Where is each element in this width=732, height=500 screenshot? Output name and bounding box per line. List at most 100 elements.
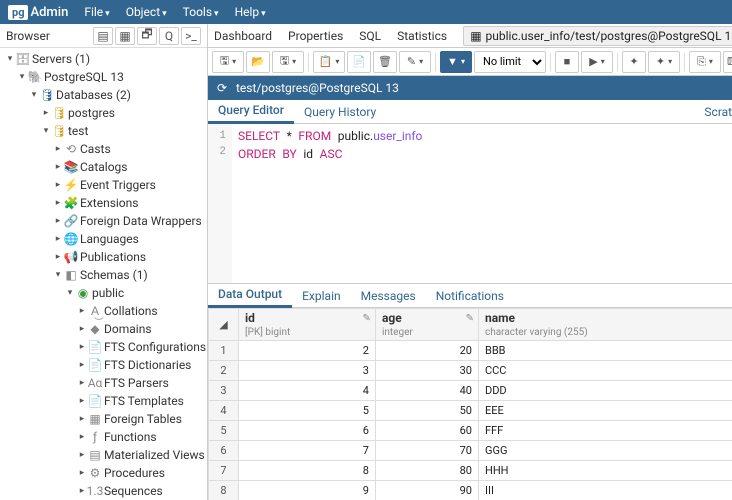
table-row[interactable]: 3440DDD bbox=[209, 381, 732, 401]
run-btn[interactable]: ▶ bbox=[581, 51, 613, 73]
tree-node-14[interactable]: ▸A͜Collations bbox=[0, 302, 207, 320]
scratch-pad[interactable]: Scratch bbox=[704, 105, 732, 119]
expand-icon[interactable]: ▸ bbox=[76, 360, 88, 370]
expand-icon[interactable]: ▸ bbox=[76, 432, 88, 442]
result-tab-notifications[interactable]: Notifications bbox=[426, 284, 514, 308]
cell-id[interactable]: 6 bbox=[239, 421, 376, 441]
cell-id[interactable]: 4 bbox=[239, 381, 376, 401]
tree-tool-1[interactable]: ▤ bbox=[93, 27, 113, 45]
expand-icon[interactable]: ▸ bbox=[76, 450, 88, 460]
download-btn[interactable]: 🖫 bbox=[272, 51, 304, 73]
tree-node-2[interactable]: ▾🛢Databases (2) bbox=[0, 86, 207, 104]
edit-icon[interactable]: ✎ bbox=[466, 313, 474, 324]
cell-name[interactable]: DDD bbox=[478, 381, 732, 401]
tree-node-13[interactable]: ▾◉public bbox=[0, 284, 207, 302]
cell-name[interactable]: CCC bbox=[478, 361, 732, 381]
sql-editor[interactable]: 12 SELECT * FROM public.user_info ORDER … bbox=[208, 124, 732, 284]
query-tool-tab[interactable]: ▦ public.user_info/test/postgres@Postgre… bbox=[463, 26, 732, 46]
tree-tool-terminal[interactable]: >_ bbox=[181, 27, 201, 45]
expand-icon[interactable]: ▸ bbox=[52, 216, 64, 226]
copy-btn[interactable]: 📋 bbox=[313, 51, 345, 73]
expand-icon[interactable]: ▸ bbox=[40, 108, 52, 118]
cell-age[interactable]: 70 bbox=[375, 441, 478, 461]
table-row[interactable]: 8990III bbox=[209, 481, 732, 500]
table-row[interactable]: 2330CCC bbox=[209, 361, 732, 381]
filter-btn[interactable]: ▼ bbox=[440, 51, 472, 73]
tree-node-16[interactable]: ▸📄FTS Configurations bbox=[0, 338, 207, 356]
cell-id[interactable]: 2 bbox=[239, 341, 376, 361]
expand-icon[interactable]: ▸ bbox=[76, 342, 88, 352]
tree-node-5[interactable]: ▸⟲Casts bbox=[0, 140, 207, 158]
cell-name[interactable]: HHH bbox=[478, 461, 732, 481]
tab-properties[interactable]: Properties bbox=[288, 29, 343, 43]
table-row[interactable]: 7880HHH bbox=[209, 461, 732, 481]
cell-age[interactable]: 20 bbox=[375, 341, 478, 361]
tree-node-1[interactable]: ▾🐘PostgreSQL 13 bbox=[0, 68, 207, 86]
expand-icon[interactable]: ▾ bbox=[4, 54, 16, 64]
cell-id[interactable]: 9 bbox=[239, 481, 376, 500]
result-tab-data-output[interactable]: Data Output bbox=[208, 284, 292, 308]
tree-node-4[interactable]: ▾🛢test bbox=[0, 122, 207, 140]
expand-icon[interactable]: ▾ bbox=[16, 72, 28, 82]
expand-icon[interactable]: ▸ bbox=[76, 324, 88, 334]
expand-icon[interactable]: ▸ bbox=[52, 234, 64, 244]
tree-node-3[interactable]: ▸🛢postgres bbox=[0, 104, 207, 122]
col-age[interactable]: age✎integer bbox=[375, 309, 478, 341]
explain-opts-btn[interactable]: ✦ bbox=[648, 51, 680, 73]
commit-btn[interactable]: ⎘ bbox=[689, 51, 721, 73]
table-row[interactable]: 6770GGG bbox=[209, 441, 732, 461]
tree-node-11[interactable]: ▸📢Publications bbox=[0, 248, 207, 266]
tree-node-18[interactable]: ▸AαFTS Parsers bbox=[0, 374, 207, 392]
cell-id[interactable]: 3 bbox=[239, 361, 376, 381]
expand-icon[interactable]: ▸ bbox=[52, 252, 64, 262]
expand-icon[interactable]: ▸ bbox=[76, 396, 88, 406]
table-row[interactable]: 5660FFF bbox=[209, 421, 732, 441]
cell-age[interactable]: 30 bbox=[375, 361, 478, 381]
tree-node-22[interactable]: ▸▤Materialized Views bbox=[0, 446, 207, 464]
expand-icon[interactable]: ▾ bbox=[40, 126, 52, 136]
cell-name[interactable]: GGG bbox=[478, 441, 732, 461]
tab-dashboard[interactable]: Dashboard bbox=[214, 29, 272, 43]
cell-age[interactable]: 40 bbox=[375, 381, 478, 401]
expand-icon[interactable]: ▾ bbox=[64, 288, 76, 298]
col-id[interactable]: id✎[PK] bigint bbox=[239, 309, 376, 341]
tree-tool-3[interactable]: 🗗 bbox=[137, 27, 157, 45]
expand-icon[interactable]: ▸ bbox=[52, 162, 64, 172]
object-tree[interactable]: ▾🗄Servers (1)▾🐘PostgreSQL 13▾🛢Databases … bbox=[0, 48, 207, 500]
delete-btn[interactable]: 🗑 bbox=[373, 51, 397, 73]
expand-icon[interactable]: ▸ bbox=[76, 378, 88, 388]
tree-node-9[interactable]: ▸🔗Foreign Data Wrappers bbox=[0, 212, 207, 230]
tree-node-17[interactable]: ▸📄FTS Dictionaries bbox=[0, 356, 207, 374]
col-name[interactable]: name✎character varying (255) bbox=[478, 309, 732, 341]
cell-age[interactable]: 90 bbox=[375, 481, 478, 500]
result-grid[interactable]: ◢id✎[PK] bigintage✎integername✎character… bbox=[208, 308, 732, 500]
result-tab-explain[interactable]: Explain bbox=[292, 284, 351, 308]
expand-icon[interactable]: ▾ bbox=[52, 270, 64, 280]
cell-name[interactable]: III bbox=[478, 481, 732, 500]
tree-node-8[interactable]: ▸🧩Extensions bbox=[0, 194, 207, 212]
tab-statistics[interactable]: Statistics bbox=[397, 29, 447, 43]
limit-select[interactable]: No limit bbox=[474, 51, 546, 73]
tab-query-history[interactable]: Query History bbox=[294, 100, 386, 124]
cell-age[interactable]: 80 bbox=[375, 461, 478, 481]
tab-query-editor[interactable]: Query Editor bbox=[208, 100, 294, 124]
macro-btn[interactable]: ⌨ bbox=[723, 51, 732, 73]
table-row[interactable]: 4550EEE bbox=[209, 401, 732, 421]
cell-name[interactable]: EEE bbox=[478, 401, 732, 421]
cell-age[interactable]: 60 bbox=[375, 421, 478, 441]
menu-file[interactable]: File▾ bbox=[84, 5, 109, 19]
stop-btn[interactable]: ■ bbox=[555, 51, 579, 73]
table-row[interactable]: 1220BBB bbox=[209, 341, 732, 361]
expand-icon[interactable]: ▸ bbox=[76, 306, 88, 316]
cell-id[interactable]: 8 bbox=[239, 461, 376, 481]
cell-id[interactable]: 5 bbox=[239, 401, 376, 421]
cell-age[interactable]: 50 bbox=[375, 401, 478, 421]
tree-tool-2[interactable]: ▦ bbox=[115, 27, 135, 45]
tree-node-20[interactable]: ▸▦Foreign Tables bbox=[0, 410, 207, 428]
expand-icon[interactable]: ▾ bbox=[28, 90, 40, 100]
tree-node-23[interactable]: ▸⚙Procedures bbox=[0, 464, 207, 482]
menu-help[interactable]: Help▾ bbox=[235, 5, 266, 19]
tree-node-6[interactable]: ▸📚Catalogs bbox=[0, 158, 207, 176]
edit-btn[interactable]: ✎ bbox=[399, 51, 431, 73]
tree-node-24[interactable]: ▸1.3Sequences bbox=[0, 482, 207, 500]
